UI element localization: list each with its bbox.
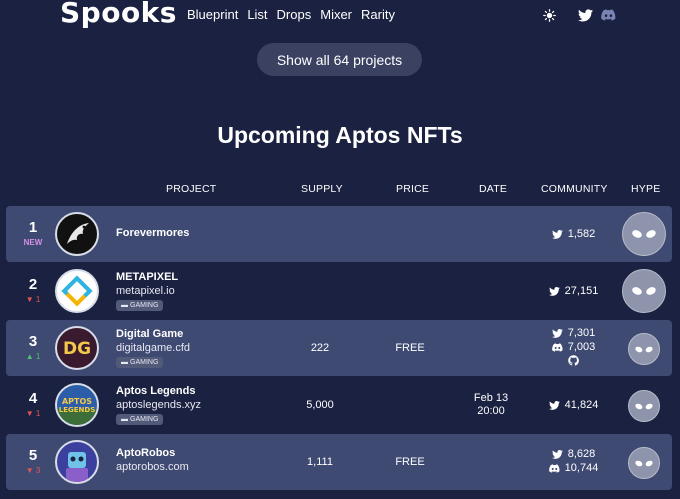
column-header-project[interactable]: PROJECT <box>166 183 216 195</box>
category-tag: ▬ GAMING <box>116 414 164 425</box>
rank-change: ▼ 1 <box>25 409 41 418</box>
discord-members: 10,744 <box>564 462 599 474</box>
page-title: Upcoming Aptos NFTs <box>217 122 463 148</box>
discord-members: 7,003 <box>567 341 596 353</box>
table-row[interactable]: 1 NEW Forevermores 1,582 <box>6 206 672 262</box>
hype-ghost-button[interactable] <box>628 333 660 365</box>
category-tag-label: GAMING <box>130 359 159 366</box>
github-icon <box>568 355 579 366</box>
twitter-followers: 8,628 <box>567 448 596 460</box>
twitter-icon <box>551 229 563 239</box>
category-tag-label: GAMING <box>130 416 159 423</box>
top-navigation-bar: Spooks Blueprint List Drops Mixer Rarity <box>0 0 680 30</box>
category-tag-label: GAMING <box>130 302 159 309</box>
twitter-followers: 7,301 <box>567 327 596 339</box>
column-header-supply[interactable]: SUPPLY <box>301 183 343 195</box>
project-website[interactable]: aptorobos.com <box>116 461 189 473</box>
show-all-projects-button[interactable]: Show all 64 projects <box>257 43 422 76</box>
launch-date: Feb 13 <box>473 392 509 404</box>
category-tag: ▬ GAMING <box>116 300 164 311</box>
twitter-icon <box>548 400 560 410</box>
hype-ghost-button[interactable] <box>628 390 660 422</box>
supply-value: 222 <box>310 342 330 354</box>
rank-number: 5 <box>28 447 38 464</box>
project-avatar: DG <box>55 326 99 370</box>
table-row[interactable]: 5 ▼ 3 AptoRobos aptorobos.com 1,111 FREE… <box>6 434 672 490</box>
project-name[interactable]: METAPIXEL <box>116 271 178 283</box>
ghost-icon <box>632 230 656 238</box>
project-name[interactable]: Digital Game <box>116 328 183 340</box>
gamepad-icon: ▬ <box>121 416 128 423</box>
project-name[interactable]: AptoRobos <box>116 447 175 459</box>
community-stats: 8,628 10,744 <box>541 448 606 474</box>
ghost-icon <box>635 460 653 466</box>
discord-icon <box>548 463 560 473</box>
launch-time: 20:00 <box>477 405 505 417</box>
community-stats: 1,582 <box>541 228 606 240</box>
hype-ghost-button[interactable] <box>622 269 666 313</box>
svg-text:APTOS: APTOS <box>62 397 92 406</box>
discord-icon[interactable] <box>599 6 617 24</box>
ghost-icon <box>632 287 656 295</box>
gamepad-icon: ▬ <box>121 359 128 366</box>
twitter-icon <box>551 449 563 459</box>
rank-number: 1 <box>28 219 38 236</box>
price-value: FREE <box>395 456 425 468</box>
category-tag: ▬ GAMING <box>116 357 164 368</box>
rank-change: ▼ 1 <box>25 295 41 304</box>
column-header-hype[interactable]: HYPE <box>631 183 660 195</box>
rank-change: ▼ 3 <box>25 466 41 475</box>
project-avatar <box>55 212 99 256</box>
project-avatar <box>55 440 99 484</box>
ghost-icon <box>635 403 653 409</box>
twitter-icon <box>551 328 563 338</box>
ghost-icon <box>635 346 653 352</box>
project-name[interactable]: Aptos Legends <box>116 385 195 397</box>
hype-ghost-button[interactable] <box>622 212 666 256</box>
supply-value: 1,111 <box>307 456 333 468</box>
project-name[interactable]: Forevermores <box>116 227 189 239</box>
project-avatar <box>55 269 99 313</box>
nav-link-rarity[interactable]: Rarity <box>361 7 395 22</box>
rank-number: 3 <box>28 333 38 350</box>
project-website[interactable]: metapixel.io <box>116 285 175 297</box>
project-avatar: APTOS LEGENDS <box>55 383 99 427</box>
community-stats: 27,151 <box>541 285 606 297</box>
project-website[interactable]: aptoslegends.xyz <box>116 399 201 411</box>
svg-text:DG: DG <box>63 339 91 359</box>
site-logo[interactable]: Spooks <box>60 0 177 29</box>
supply-value: 5,000 <box>306 399 334 411</box>
twitter-followers: 27,151 <box>564 285 599 297</box>
rank-number: 2 <box>28 276 38 293</box>
column-header-date[interactable]: DATE <box>479 183 507 195</box>
twitter-icon[interactable] <box>576 6 594 24</box>
table-row[interactable]: 2 ▼ 1 METAPIXEL metapixel.io ▬ GAMING 27,… <box>6 263 672 319</box>
main-nav: Blueprint List Drops Mixer Rarity <box>187 7 395 22</box>
gamepad-icon: ▬ <box>121 302 128 309</box>
rank-change: NEW <box>23 238 43 247</box>
hype-ghost-button[interactable] <box>628 447 660 479</box>
table-header: PROJECT SUPPLY PRICE DATE COMMUNITY HYPE <box>0 183 680 197</box>
discord-icon <box>551 342 563 352</box>
community-stats: 7,301 7,003 <box>541 327 606 366</box>
nav-link-mixer[interactable]: Mixer <box>320 7 352 22</box>
community-stats: 41,824 <box>541 399 606 411</box>
twitter-icon <box>548 286 560 296</box>
svg-text:LEGENDS: LEGENDS <box>59 406 95 414</box>
rank-number: 4 <box>28 390 38 407</box>
twitter-followers: 1,582 <box>567 228 596 240</box>
nav-link-drops[interactable]: Drops <box>277 7 312 22</box>
theme-toggle-icon[interactable] <box>540 6 558 24</box>
column-header-price[interactable]: PRICE <box>396 183 429 195</box>
table-row[interactable]: 4 ▼ 1 APTOS LEGENDS Aptos Legends aptosle… <box>6 377 672 433</box>
table-row[interactable]: 3 ▲ 1 DG Digital Game digitalgame.cfd ▬ G… <box>6 320 672 376</box>
header-icons <box>540 6 617 24</box>
nav-link-blueprint[interactable]: Blueprint <box>187 7 238 22</box>
rank-change: ▲ 1 <box>25 352 41 361</box>
twitter-followers: 41,824 <box>564 399 599 411</box>
project-website[interactable]: digitalgame.cfd <box>116 342 190 354</box>
price-value: FREE <box>395 342 425 354</box>
column-header-community[interactable]: COMMUNITY <box>541 183 608 195</box>
nav-link-list[interactable]: List <box>247 7 267 22</box>
